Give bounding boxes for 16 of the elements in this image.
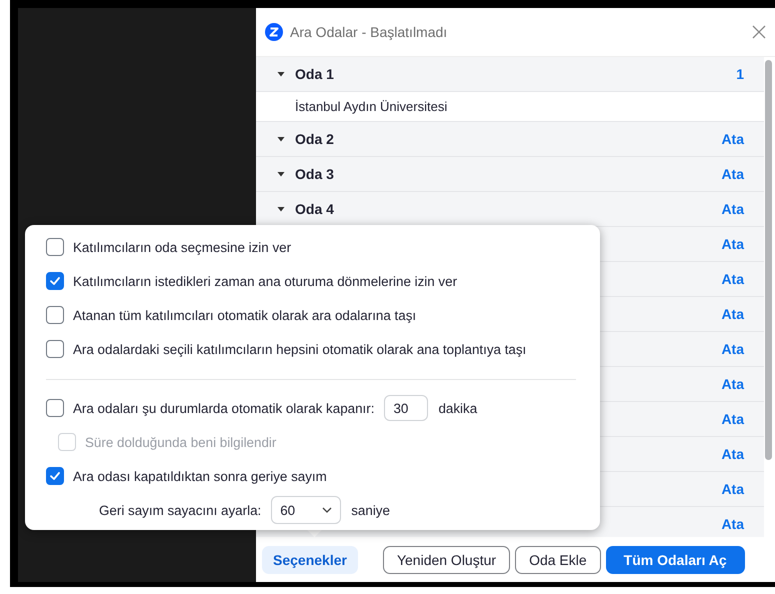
option-label: Ara odası kapatıldıktan sonra geriye sayım	[73, 468, 327, 484]
participant-count: 1	[736, 66, 744, 82]
option-label: Süre dolduğunda beni bilgilendir	[85, 434, 276, 450]
room-name: Oda 4	[295, 201, 335, 217]
option-label: Ara odalardaki seçili katılımcıların hepsini otomatik olarak ana toplantıya taşı	[73, 342, 526, 356]
option-label: Katılımcıların istedikleri zaman ana oturuma dönmelerine izin ver	[73, 274, 458, 288]
option-label: Katılımcıların oda seçmesine izin ver	[73, 240, 292, 254]
unit-label: saniye	[351, 502, 390, 518]
option-label: Ara odaları şu durumlarda otomatik olarak kapanır:	[73, 400, 374, 416]
room-name: Oda 1	[295, 66, 335, 82]
option-label: Geri sayım sayacını ayarla:	[99, 502, 262, 518]
room-name: Oda 2	[295, 131, 335, 147]
room-name: Oda 3	[295, 166, 335, 182]
unit-label: dakika	[438, 400, 478, 416]
option-label: Atanan tüm katılımcıları otomatik olarak ara odalarına taşı	[73, 308, 416, 322]
window-title: Ara Odalar - Başlatılmadı	[290, 24, 448, 40]
